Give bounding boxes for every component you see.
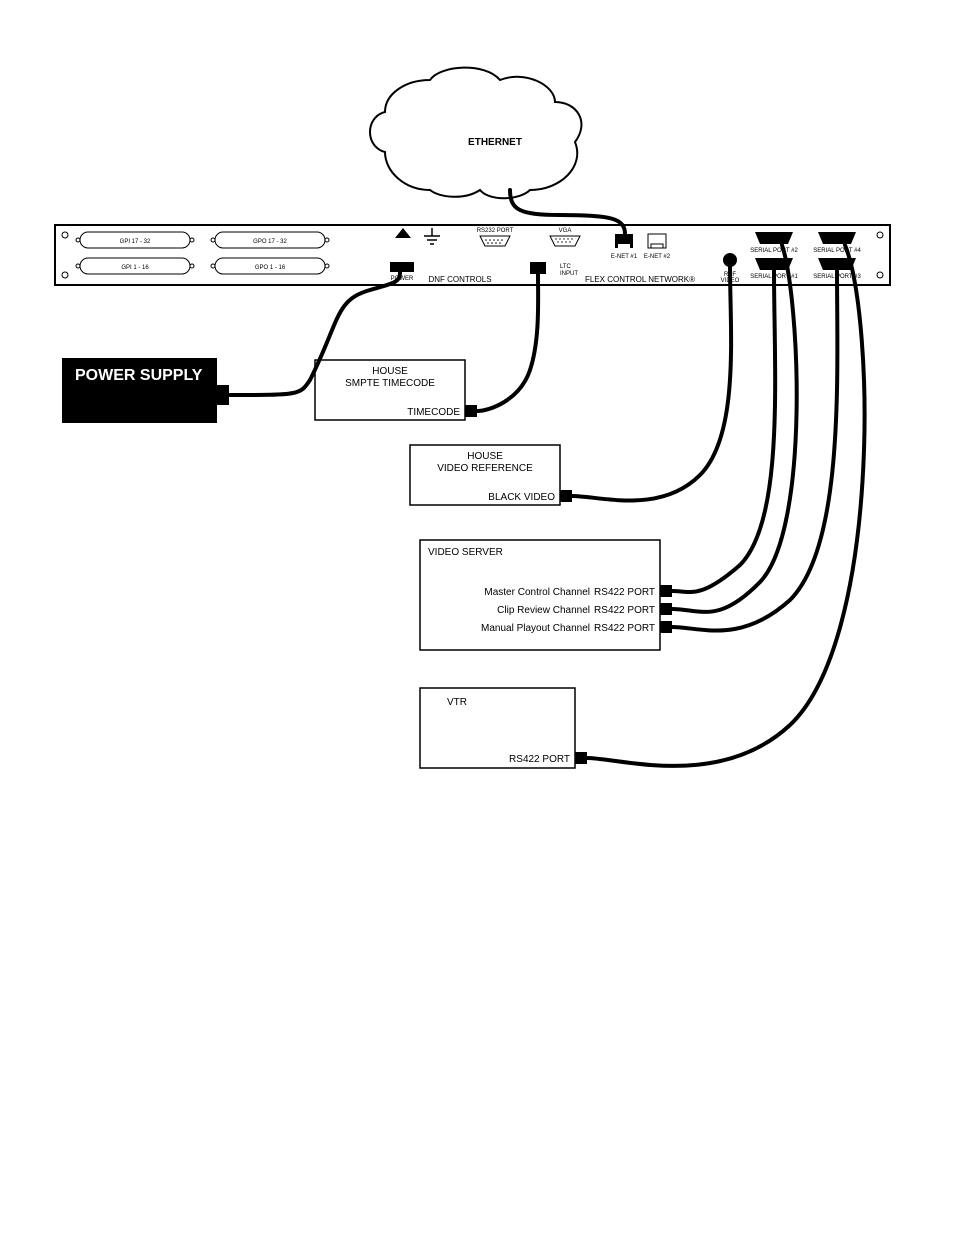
rs232-label: RS232 PORT (477, 228, 514, 234)
ref-video-port-icon (723, 253, 737, 267)
power-supply: POWER SUPPLY (62, 358, 229, 423)
vtr-port-label: RS422 PORT (509, 754, 570, 765)
timecode-title-2: SMPTE TIMECODE (345, 378, 435, 389)
svg-text:SERIAL PORT #2: SERIAL PORT #2 (750, 248, 798, 254)
video-server-box: VIDEO SERVER Master Control Channel RS42… (420, 540, 672, 650)
gpi-1-16-label: GPI 1 - 16 (121, 265, 149, 271)
server-row2-port: RS422 PORT (594, 605, 655, 616)
house-timecode-box: HOUSE SMPTE TIMECODE TIMECODE (315, 360, 477, 420)
enet1-label: E-NET #1 (611, 254, 638, 260)
ethernet-label: ETHERNET (468, 137, 522, 148)
vga-port-icon (550, 236, 580, 246)
ltc-label-2: INPUT (560, 271, 578, 277)
rs232-port-icon (480, 236, 510, 246)
video-server-title: VIDEO SERVER (428, 547, 503, 558)
house-videoref-box: HOUSE VIDEO REFERENCE BLACK VIDEO (410, 445, 572, 505)
server-row3-port: RS422 PORT (594, 623, 655, 634)
videoref-title-1: HOUSE (467, 451, 503, 462)
svg-text:SERIAL PORT #4: SERIAL PORT #4 (813, 248, 861, 254)
vtr-title: VTR (447, 697, 467, 708)
enet2-label: E-NET #2 (644, 254, 671, 260)
wiring-diagram: ETHERNET GPI 17 - 32 GPI 1 - 16 GPO 17 -… (0, 0, 954, 1235)
gpo-17-32-label: GPO 17 - 32 (253, 239, 287, 245)
power-plug-icon (390, 262, 414, 272)
gpi-17-32-label: GPI 17 - 32 (120, 239, 151, 245)
ltc-label-1: LTC (560, 264, 572, 270)
server-row1-port: RS422 PORT (594, 587, 655, 598)
server-row3-name: Manual Playout Channel (481, 623, 590, 634)
server-row2-name: Clip Review Channel (497, 605, 590, 616)
videoref-title-2: VIDEO REFERENCE (437, 463, 533, 474)
vga-label: VGA (559, 228, 572, 234)
rack-panel: GPI 17 - 32 GPI 1 - 16 GPO 17 - 32 GPO 1… (55, 225, 890, 285)
videoref-port-label: BLACK VIDEO (488, 492, 555, 503)
gpo-1-16-label: GPO 1 - 16 (255, 265, 286, 271)
timecode-port-label: TIMECODE (407, 407, 460, 418)
network-label: FLEX CONTROL NETWORK® (585, 275, 695, 284)
server-row1-name: Master Control Channel (484, 587, 590, 598)
brand-label: DNF CONTROLS (428, 275, 491, 284)
vtr-box: VTR RS422 PORT (420, 688, 587, 768)
timecode-title-1: HOUSE (372, 366, 408, 377)
ethernet-cloud: ETHERNET (370, 68, 581, 199)
power-supply-label: POWER SUPPLY (75, 367, 203, 384)
